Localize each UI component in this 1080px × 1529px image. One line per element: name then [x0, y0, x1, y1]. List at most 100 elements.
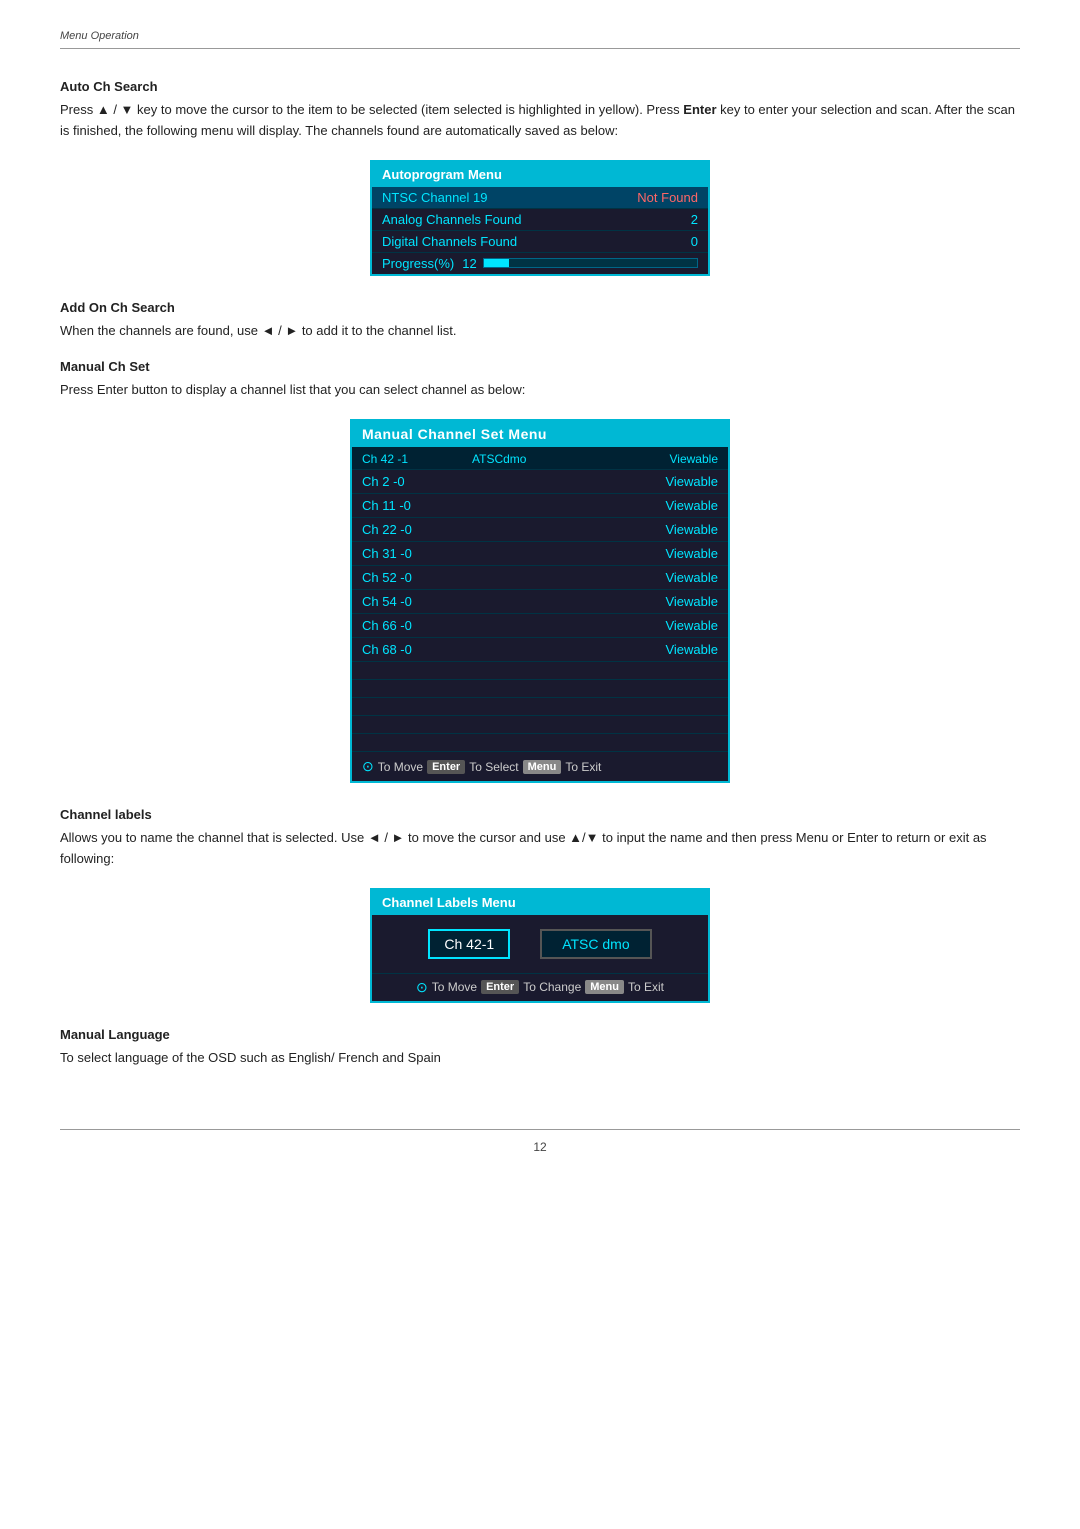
- cl-move-icon: ⊙: [416, 979, 428, 996]
- progress-num: 12: [462, 256, 476, 271]
- ch-row-empty-1: [352, 661, 728, 679]
- ch-row-52-col2: [472, 570, 628, 585]
- ch-row-22-col3: Viewable: [628, 522, 718, 537]
- autoprogram-ntsc-value: Not Found: [637, 190, 698, 205]
- header-label: Menu Operation: [60, 30, 139, 42]
- autoprogram-row-digital: Digital Channels Found 0: [372, 231, 708, 253]
- ch-row-68-col2: [472, 642, 628, 657]
- ch-row-2-col1: Ch 2 -0: [362, 474, 472, 489]
- ch-row-52-col3: Viewable: [628, 570, 718, 585]
- ch-row-68-col1: Ch 68 -0: [362, 642, 472, 657]
- ch-row-empty-2: [352, 679, 728, 697]
- ch-row-22: Ch 22 -0 Viewable: [352, 517, 728, 541]
- autoprogram-analog-value: 2: [691, 212, 698, 227]
- cl-to-change-text: To Change: [523, 980, 581, 994]
- ch-row-31-col1: Ch 31 -0: [362, 546, 472, 561]
- ch-row-31-col2: [472, 546, 628, 561]
- manual-ch-set-header: Ch 42 -1 ATSCdmo Viewable: [352, 447, 728, 469]
- progress-label: Progress(%): [382, 256, 454, 271]
- ch-row-11-col2: [472, 498, 628, 513]
- channel-labels-name-box: ATSC dmo: [540, 929, 651, 959]
- enter-button-label: Enter: [427, 760, 465, 774]
- progress-bar: [483, 258, 698, 268]
- page-footer: 12: [60, 1129, 1020, 1154]
- ch-row-54-col2: [472, 594, 628, 609]
- ch-row-66-col3: Viewable: [628, 618, 718, 633]
- progress-fill: [484, 259, 510, 267]
- section-manual-language: Manual Language To select language of th…: [60, 1027, 1020, 1069]
- ch-row-2-col3: Viewable: [628, 474, 718, 489]
- manual-ch-set-title: Manual Ch Set: [60, 359, 1020, 374]
- channel-labels-body: Allows you to name the channel that is s…: [60, 828, 1020, 870]
- add-on-ch-search-body: When the channels are found, use ◄ / ► t…: [60, 321, 1020, 342]
- ch-row-31-col3: Viewable: [628, 546, 718, 561]
- manual-language-title: Manual Language: [60, 1027, 1020, 1042]
- ch-row-22-col1: Ch 22 -0: [362, 522, 472, 537]
- page-number: 12: [533, 1140, 546, 1154]
- ch-row-54-col3: Viewable: [628, 594, 718, 609]
- move-icon: ⊙: [362, 758, 374, 775]
- channel-labels-title: Channel labels: [60, 807, 1020, 822]
- ch-row-11-col1: Ch 11 -0: [362, 498, 472, 513]
- ch-row-66-col1: Ch 66 -0: [362, 618, 472, 633]
- auto-ch-search-title: Auto Ch Search: [60, 79, 1020, 94]
- autoprogram-row-analog: Analog Channels Found 2: [372, 209, 708, 231]
- channel-labels-menu-box: Channel Labels Menu Ch 42-1 ATSC dmo ⊙ T…: [370, 888, 710, 1003]
- ch-row-52-col1: Ch 52 -0: [362, 570, 472, 585]
- ch-row-11-col3: Viewable: [628, 498, 718, 513]
- channel-labels-content: Ch 42-1 ATSC dmo: [372, 915, 708, 973]
- cl-enter-button-label: Enter: [481, 980, 519, 994]
- section-channel-labels: Channel labels Allows you to name the ch…: [60, 807, 1020, 870]
- autoprogram-digital-label: Digital Channels Found: [382, 234, 517, 249]
- channel-labels-ch-box: Ch 42-1: [428, 929, 510, 959]
- ch-header-col1: Ch 42 -1: [362, 452, 472, 466]
- ch-row-31: Ch 31 -0 Viewable: [352, 541, 728, 565]
- auto-ch-search-text1: Press ▲ / ▼ key to move the cursor to th…: [60, 102, 683, 117]
- manual-ch-set-footer: ⊙ To Move Enter To Select Menu To Exit: [352, 751, 728, 781]
- autoprogram-analog-label: Analog Channels Found: [382, 212, 522, 227]
- to-move-text: To Move: [378, 760, 423, 774]
- to-select-text: To Select: [469, 760, 518, 774]
- autoprogram-digital-value: 0: [691, 234, 698, 249]
- cl-to-move-text: To Move: [432, 980, 477, 994]
- section-manual-ch-set: Manual Ch Set Press Enter button to disp…: [60, 359, 1020, 401]
- autoprogram-menu-title: Autoprogram Menu: [372, 162, 708, 187]
- ch-row-54-col1: Ch 54 -0: [362, 594, 472, 609]
- manual-ch-set-menu-title: Manual Channel Set Menu: [352, 421, 728, 447]
- section-add-on-ch-search: Add On Ch Search When the channels are f…: [60, 300, 1020, 342]
- autoprogram-menu-box: Autoprogram Menu NTSC Channel 19 Not Fou…: [370, 160, 710, 276]
- ch-row-empty-4: [352, 715, 728, 733]
- channel-labels-name: ATSC dmo: [562, 936, 629, 952]
- auto-ch-search-body: Press ▲ / ▼ key to move the cursor to th…: [60, 100, 1020, 142]
- manual-ch-set-body: Press Enter button to display a channel …: [60, 380, 1020, 401]
- menu-button-label: Menu: [523, 760, 562, 774]
- channel-labels-footer: ⊙ To Move Enter To Change Menu To Exit: [372, 973, 708, 1001]
- ch-row-52: Ch 52 -0 Viewable: [352, 565, 728, 589]
- ch-row-2-col2: [472, 474, 628, 489]
- manual-ch-set-menu-box: Manual Channel Set Menu Ch 42 -1 ATSCdmo…: [350, 419, 730, 783]
- ch-header-col3: Viewable: [628, 452, 718, 466]
- ch-row-2: Ch 2 -0 Viewable: [352, 469, 728, 493]
- page-header: Menu Operation: [60, 30, 1020, 49]
- ch-row-empty-5: [352, 733, 728, 751]
- autoprogram-ntsc-label: NTSC Channel 19: [382, 190, 488, 205]
- ch-row-66-col2: [472, 618, 628, 633]
- autoprogram-progress-row: Progress(%) 12: [372, 253, 708, 274]
- ch-row-68: Ch 68 -0 Viewable: [352, 637, 728, 661]
- ch-row-11: Ch 11 -0 Viewable: [352, 493, 728, 517]
- ch-row-empty-3: [352, 697, 728, 715]
- channel-labels-menu-title: Channel Labels Menu: [372, 890, 708, 915]
- autoprogram-row-ntsc: NTSC Channel 19 Not Found: [372, 187, 708, 209]
- manual-language-body: To select language of the OSD such as En…: [60, 1048, 1020, 1069]
- channel-labels-ch: Ch 42-1: [444, 936, 494, 952]
- ch-row-68-col3: Viewable: [628, 642, 718, 657]
- add-on-ch-search-title: Add On Ch Search: [60, 300, 1020, 315]
- ch-row-22-col2: [472, 522, 628, 537]
- section-auto-ch-search: Auto Ch Search Press ▲ / ▼ key to move t…: [60, 79, 1020, 142]
- ch-header-col2: ATSCdmo: [472, 452, 628, 466]
- auto-ch-search-bold: Enter: [683, 102, 716, 117]
- ch-row-66: Ch 66 -0 Viewable: [352, 613, 728, 637]
- cl-to-exit-text: To Exit: [628, 980, 664, 994]
- ch-row-54: Ch 54 -0 Viewable: [352, 589, 728, 613]
- to-exit-text: To Exit: [565, 760, 601, 774]
